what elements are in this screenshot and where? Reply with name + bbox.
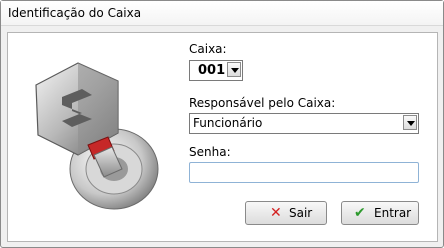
sair-button[interactable]: ✕ Sair — [245, 201, 327, 225]
senha-field[interactable] — [189, 162, 419, 183]
key-in-lock-icon — [35, 62, 159, 210]
chevron-down-icon[interactable] — [403, 115, 417, 130]
caixa-label: Caixa: — [189, 42, 227, 56]
caixa-select[interactable]: 001 — [189, 60, 243, 81]
checkmark-icon: ✔ — [354, 205, 366, 221]
entrar-button[interactable]: ✔ Entrar — [341, 201, 419, 225]
dialog-window: Identificação do Caixa Caixa: 001 Respon… — [0, 0, 444, 248]
responsavel-select[interactable]: Funcionário — [189, 113, 419, 134]
dialog-body: Caixa: 001 Responsável pelo Caixa: Funci… — [7, 32, 438, 242]
x-icon: ✕ — [270, 205, 282, 221]
sair-label: Sair — [289, 206, 313, 220]
responsavel-label: Responsável pelo Caixa: — [189, 96, 336, 110]
senha-label: Senha: — [189, 145, 231, 159]
title-bar[interactable]: Identificação do Caixa — [1, 1, 443, 26]
responsavel-value: Funcionário — [193, 116, 263, 130]
caixa-value: 001 — [198, 63, 226, 78]
entrar-label: Entrar — [374, 206, 412, 220]
chevron-down-icon[interactable] — [227, 62, 241, 77]
window-title: Identificação do Caixa — [8, 6, 142, 20]
